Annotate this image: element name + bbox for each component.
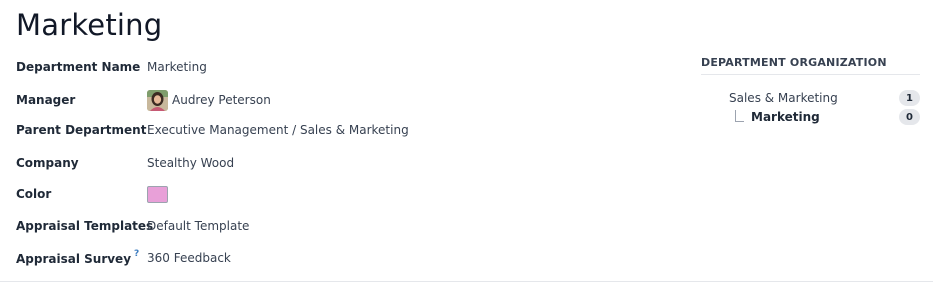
tree-connector: [735, 110, 744, 122]
appraisal-survey-label: Appraisal Survey?: [16, 249, 139, 266]
manager-field[interactable]: Audrey Peterson: [147, 89, 271, 111]
appraisal-survey-label-text: Appraisal Survey: [16, 251, 132, 266]
parent-department-field[interactable]: Executive Management / Sales & Marketing: [147, 123, 409, 137]
manager-label: Manager: [16, 93, 76, 107]
parent-department-row: Parent Department Executive Management /…: [16, 119, 616, 141]
manager-row: Manager Audrey Peterson: [16, 89, 616, 111]
org-item-current: Marketing: [751, 110, 820, 124]
appraisal-survey-row: Appraisal Survey? 360 Feedback: [16, 247, 616, 269]
page-title: Marketing: [16, 8, 163, 42]
appraisal-survey-field[interactable]: 360 Feedback: [147, 251, 231, 265]
manager-name: Audrey Peterson: [172, 93, 271, 107]
user-avatar-icon: [147, 89, 168, 111]
org-item-current-count: 0: [899, 109, 920, 125]
org-panel-title: DEPARTMENT ORGANIZATION: [701, 56, 920, 75]
company-row: Company Stealthy Wood: [16, 152, 616, 174]
color-field[interactable]: [147, 185, 168, 203]
department-name-field[interactable]: Marketing: [147, 60, 207, 74]
appraisal-templates-label: Appraisal Templates: [16, 219, 154, 233]
department-name-row: Department Name Marketing: [16, 56, 616, 78]
color-row: Color: [16, 183, 616, 205]
company-field[interactable]: Stealthy Wood: [147, 156, 234, 170]
help-tooltip-icon[interactable]: ?: [134, 249, 139, 259]
parent-department-label: Parent Department: [16, 123, 147, 137]
appraisal-templates-row: Appraisal Templates Default Template: [16, 215, 616, 237]
color-label: Color: [16, 187, 52, 201]
color-swatch[interactable]: [147, 185, 168, 203]
appraisal-templates-field[interactable]: Default Template: [147, 219, 249, 233]
department-name-label: Department Name: [16, 60, 141, 74]
company-label: Company: [16, 156, 79, 170]
org-item-parent[interactable]: Sales & Marketing: [729, 91, 838, 105]
department-organization-panel: DEPARTMENT ORGANIZATION Sales & Marketin…: [701, 56, 920, 125]
org-item-parent-count: 1: [899, 90, 920, 106]
